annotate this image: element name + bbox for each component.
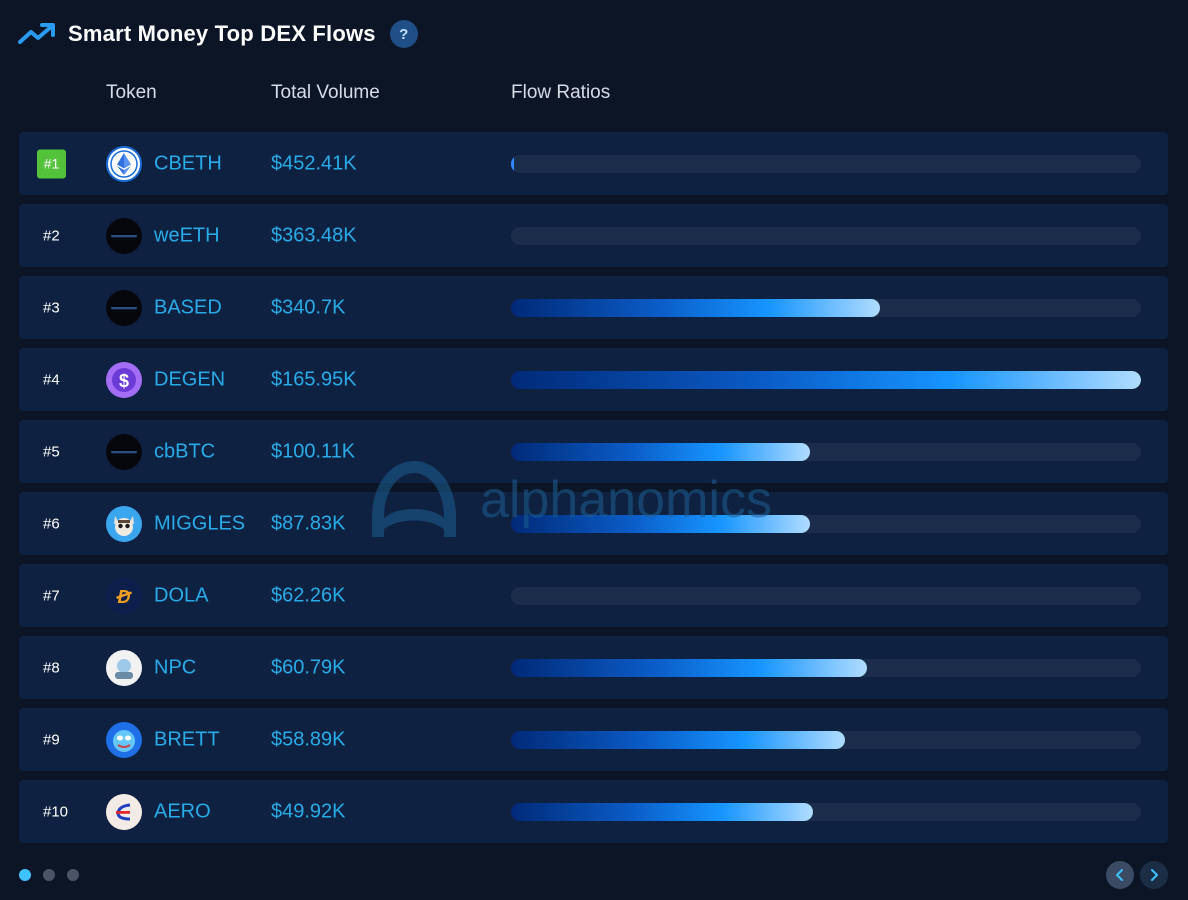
total-volume: $58.89K	[271, 728, 346, 750]
cat-icon	[106, 505, 142, 542]
total-volume: $340.7K	[271, 296, 346, 318]
token-name[interactable]: weETH	[154, 224, 246, 247]
table-row[interactable]: #2 weETH $363.48K	[19, 204, 1168, 267]
token-name[interactable]: MIGGLES	[154, 512, 246, 535]
table-row[interactable]: #5 cbBTC $100.11K	[19, 420, 1168, 483]
total-volume: $165.95K	[271, 368, 357, 390]
total-volume: $100.11K	[271, 440, 356, 462]
npc-icon	[106, 649, 142, 686]
rank-label: #8	[43, 659, 60, 676]
column-header-volume: Total Volume	[271, 82, 380, 103]
page-dot-2[interactable]	[43, 869, 55, 881]
flow-ratio-bar	[511, 514, 1141, 533]
eth-icon	[106, 145, 142, 182]
rank-label: #5	[43, 443, 60, 460]
flow-ratio-fill	[511, 658, 867, 677]
rank-label: #9	[43, 731, 60, 748]
flow-ratio-fill	[511, 154, 514, 173]
aero-icon	[106, 793, 142, 830]
pagination-dots	[19, 869, 79, 881]
flow-ratio-fill	[511, 802, 814, 821]
table-row[interactable]: #8 NPC $60.79K	[19, 636, 1168, 699]
rank-label: #6	[43, 515, 60, 532]
rank-label: #7	[43, 587, 60, 604]
token-name[interactable]: DOLA	[154, 584, 246, 607]
flow-ratio-fill	[511, 730, 845, 749]
widget-header: Smart Money Top DEX Flows ?	[18, 16, 418, 52]
dark-coin-icon	[106, 289, 142, 326]
dola-icon: D	[106, 577, 142, 614]
rank-label: #10	[43, 803, 69, 820]
widget-title: Smart Money Top DEX Flows	[68, 21, 376, 46]
token-name[interactable]: cbBTC	[154, 440, 246, 463]
degen-icon: $	[106, 361, 142, 398]
rank-label: #4	[43, 371, 60, 388]
total-volume: $62.26K	[271, 584, 346, 606]
token-name[interactable]: NPC	[154, 656, 246, 679]
chevron-right-icon	[1151, 869, 1158, 881]
rank-label: #3	[43, 299, 60, 316]
column-header-flow: Flow Ratios	[511, 82, 611, 103]
flow-ratio-bar	[511, 658, 1141, 677]
flow-ratio-bar	[511, 730, 1141, 749]
flow-ratio-bar	[511, 154, 1141, 173]
total-volume: $363.48K	[271, 224, 357, 246]
flow-ratio-bar	[511, 370, 1141, 389]
token-name[interactable]: CBETH	[154, 152, 246, 175]
rank-label: #1	[37, 149, 66, 178]
page-dot-3[interactable]	[67, 869, 79, 881]
chevron-left-icon	[1116, 869, 1123, 881]
token-table: #1 CBETH $452.41K #2 weETH $363.48K #3 BASED $34…	[19, 132, 1168, 852]
table-row[interactable]: #7 D DOLA $62.26K	[19, 564, 1168, 627]
total-volume: $49.92K	[271, 800, 346, 822]
trending-up-icon	[18, 23, 55, 44]
flow-ratio-fill	[511, 514, 811, 533]
flow-ratio-bar	[511, 802, 1141, 821]
total-volume: $452.41K	[271, 152, 357, 174]
flow-ratio-bar	[511, 442, 1141, 461]
previous-page-button[interactable]	[1106, 861, 1134, 889]
token-name[interactable]: AERO	[154, 800, 246, 823]
brett-icon	[106, 721, 142, 758]
rank-label: #2	[43, 227, 60, 244]
table-row[interactable]: #10 AERO $49.92K	[19, 780, 1168, 843]
flow-ratio-bar	[511, 298, 1141, 317]
next-page-button[interactable]	[1140, 861, 1168, 889]
token-name[interactable]: BRETT	[154, 728, 246, 751]
flow-ratio-bar	[511, 226, 1141, 245]
table-row[interactable]: #6 MIGGLES $87.83K	[19, 492, 1168, 555]
token-name[interactable]: BASED	[154, 296, 246, 319]
dark-coin-icon	[106, 433, 142, 470]
table-row[interactable]: #4 $ DEGEN $165.95K	[19, 348, 1168, 411]
flow-ratio-fill	[511, 298, 880, 317]
table-row[interactable]: #1 CBETH $452.41K	[19, 132, 1168, 195]
page-dot-1[interactable]	[19, 869, 31, 881]
svg-text:$: $	[119, 371, 129, 391]
total-volume: $60.79K	[271, 656, 346, 678]
column-header-token: Token	[106, 82, 157, 103]
total-volume: $87.83K	[271, 512, 346, 534]
flow-ratio-fill	[511, 370, 1141, 389]
dark-coin-icon	[106, 217, 142, 254]
flow-ratio-fill	[511, 442, 811, 461]
table-row[interactable]: #3 BASED $340.7K	[19, 276, 1168, 339]
token-name[interactable]: DEGEN	[154, 368, 246, 391]
flow-ratio-bar	[511, 586, 1141, 605]
help-button[interactable]: ?	[389, 20, 418, 48]
table-row[interactable]: #9 BRETT $58.89K	[19, 708, 1168, 771]
